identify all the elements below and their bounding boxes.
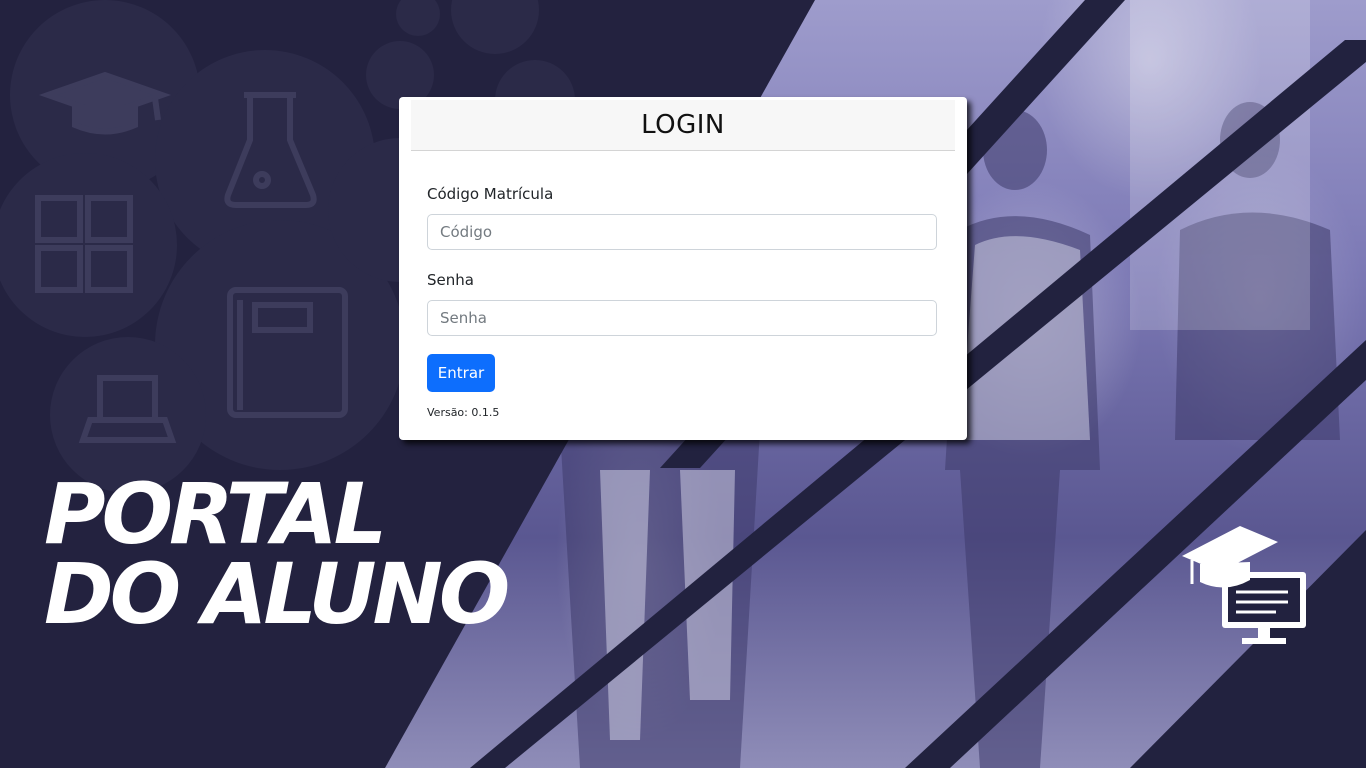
login-header: LOGIN <box>411 100 955 151</box>
portal-title: PORTAL DO ALUNO <box>44 465 510 643</box>
code-input[interactable] <box>427 214 937 250</box>
login-title: LOGIN <box>641 110 725 140</box>
portal-title-line2: DO ALUNO <box>44 545 510 643</box>
portal-title-line1: PORTAL <box>44 465 387 563</box>
code-label: Código Matrícula <box>427 185 554 203</box>
login-card: LOGIN Código Matrícula Senha Entrar Vers… <box>399 97 967 440</box>
graduation-computer-icon <box>1180 522 1310 651</box>
submit-button[interactable]: Entrar <box>427 354 495 392</box>
password-input[interactable] <box>427 300 937 336</box>
version-text: Versão: 0.1.5 <box>427 406 500 419</box>
password-label: Senha <box>427 271 474 289</box>
